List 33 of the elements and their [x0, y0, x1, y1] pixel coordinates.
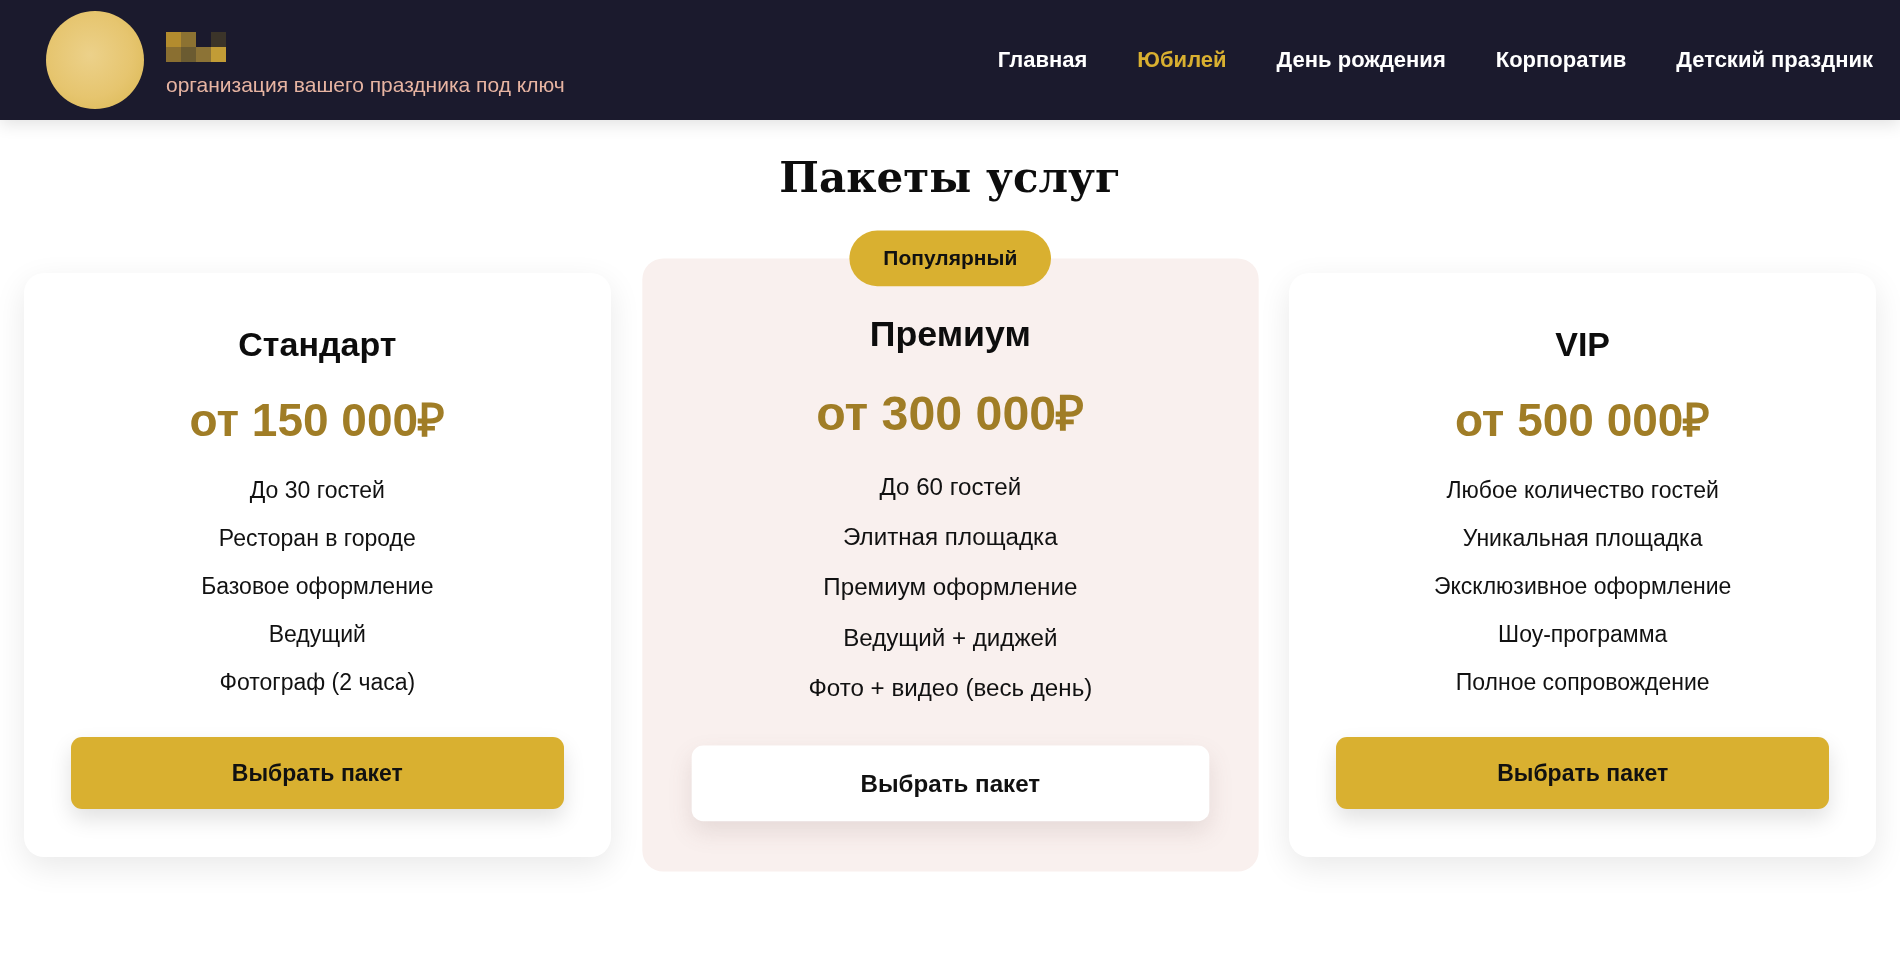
package-feature: Шоу-программа: [1498, 620, 1668, 649]
nav-link[interactable]: Главная: [997, 47, 1088, 73]
package-title: Стандарт: [238, 324, 397, 365]
package-feature: До 60 гостей: [879, 471, 1021, 502]
nav-link[interactable]: Детский праздник: [1676, 47, 1873, 73]
select-package-button[interactable]: Выбрать пакет: [71, 737, 564, 809]
pixelated-logo-text-placeholder: [166, 32, 226, 62]
package-feature: Базовое оформление: [201, 572, 434, 601]
package-feature: Ведущий + диджей: [842, 622, 1058, 654]
package-price: от 500 000₽: [1454, 393, 1711, 448]
package-feature: Уникальная площадка: [1462, 524, 1703, 553]
nav-link[interactable]: Юбилей: [1137, 47, 1227, 73]
select-package-button[interactable]: Выбрать пакет: [691, 745, 1209, 822]
package-feature: Элитная площадка: [842, 522, 1058, 553]
package-feature: Любое количество гостей: [1446, 476, 1719, 505]
section-title: Пакеты услуг: [778, 152, 1122, 204]
popular-badge: Популярный: [849, 230, 1051, 287]
package-feature: До 30 гостей: [249, 476, 385, 505]
package-price: от 150 000₽: [189, 393, 446, 448]
package-feature: Премиум оформление: [823, 572, 1077, 603]
package-feature: Эксклюзивное оформление: [1434, 572, 1732, 601]
nav-link[interactable]: День рождения: [1276, 47, 1446, 73]
package-title: Премиум: [869, 312, 1031, 355]
select-package-button[interactable]: Выбрать пакет: [1336, 737, 1829, 809]
package-feature: Ресторан в городе: [218, 524, 416, 553]
nav-link[interactable]: Корпоратив: [1495, 47, 1627, 73]
package-feature: Фотограф (2 часа): [219, 668, 416, 697]
package-title: VIP: [1555, 324, 1611, 365]
package-feature: Полное сопровождение: [1455, 668, 1710, 697]
package-price: от 300 000₽: [815, 384, 1085, 443]
package-feature: Фото + видео (весь день): [808, 673, 1092, 704]
package-feature: Ведущий: [268, 620, 366, 649]
tagline: организация вашего праздника под ключ: [166, 72, 565, 98]
